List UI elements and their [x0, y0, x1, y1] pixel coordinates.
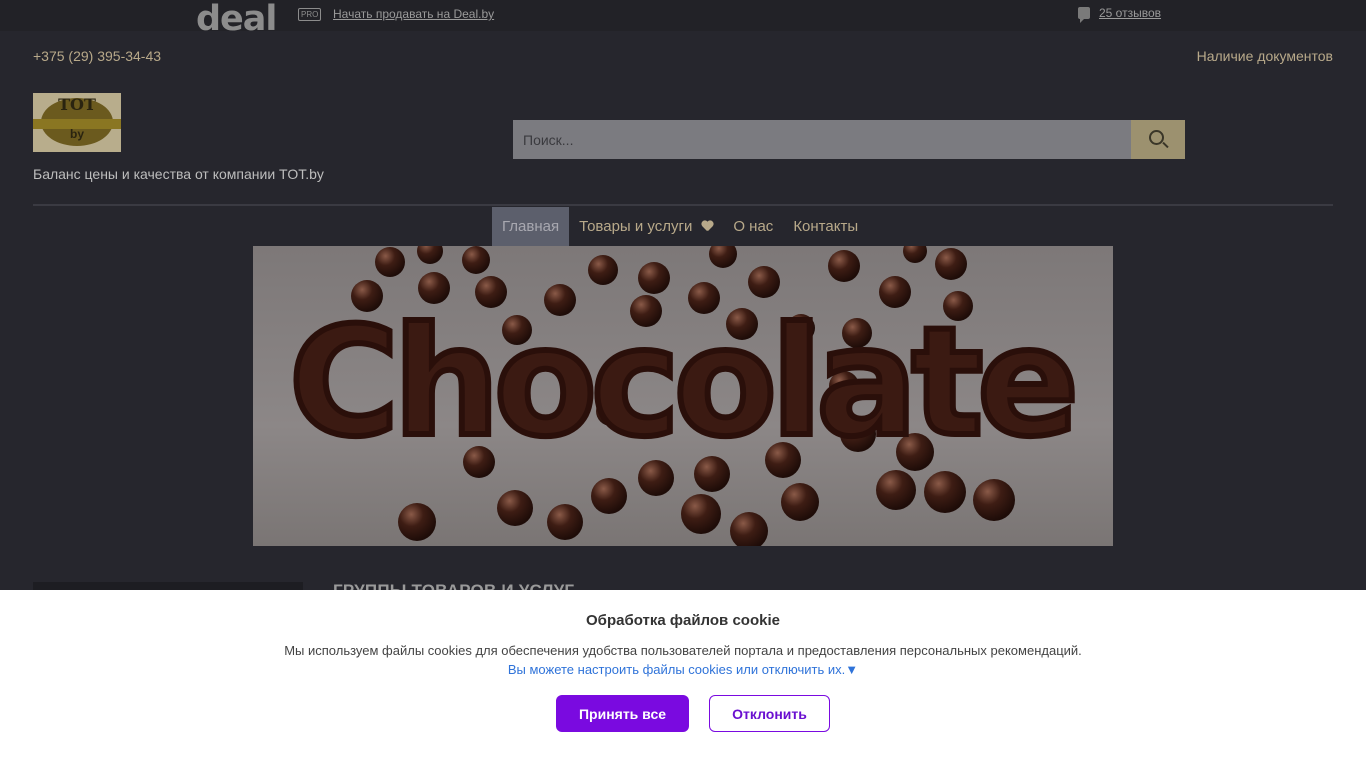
logo-text-bottom: by	[69, 127, 84, 141]
nav-item-contacts[interactable]: Контакты	[783, 207, 868, 246]
phone-number[interactable]: +375 (29) 395-34-43	[33, 48, 161, 64]
deal-logo[interactable]: deal	[196, 0, 277, 38]
company-slogan: Баланс цены и качества от компании TOT.b…	[33, 166, 324, 182]
reviews[interactable]: 25 отзывов	[1078, 6, 1161, 23]
cookie-text: Мы используем файлы cookies для обеспече…	[284, 643, 1082, 658]
pro-badge: PRO	[298, 8, 322, 21]
start-selling-link[interactable]: Начать продавать на Deal.by	[333, 7, 494, 21]
chocolate-banner-image: Chocolate	[286, 246, 1082, 546]
header-divider	[33, 204, 1333, 206]
heart-icon	[701, 221, 713, 232]
cookie-settings-link[interactable]: Вы можете настроить файлы cookies или от…	[0, 662, 1366, 677]
documents-link[interactable]: Наличие документов	[1197, 48, 1333, 64]
banner-text: Chocolate	[289, 296, 1073, 470]
nav-item-about[interactable]: О нас	[723, 207, 783, 246]
search-button[interactable]	[1131, 120, 1185, 159]
logo-text-top: ТОТ	[58, 95, 96, 114]
company-logo[interactable]: ТОТ by	[33, 93, 121, 152]
search-input[interactable]	[513, 120, 1131, 159]
nav-item-home[interactable]: Главная	[492, 207, 570, 246]
top-bar: deal PRO Начать продавать на Deal.by 25 …	[0, 0, 1366, 38]
comment-icon	[1078, 7, 1090, 23]
search-bar	[513, 120, 1185, 159]
reviews-link[interactable]: 25 отзывов	[1099, 6, 1161, 20]
cookie-title: Обработка файлов cookie	[586, 612, 780, 629]
nav-item-products[interactable]: Товары и услуги	[569, 207, 723, 246]
decline-button[interactable]: Отклонить	[709, 695, 830, 732]
promo-banner[interactable]: Chocolate	[253, 246, 1113, 546]
cookie-banner: Обработка файлов cookie Мы используем фа…	[0, 590, 1366, 768]
accept-all-button[interactable]: Принять все	[556, 695, 689, 732]
main-nav: Главная Товары и услуги О нас Контакты	[492, 207, 868, 246]
